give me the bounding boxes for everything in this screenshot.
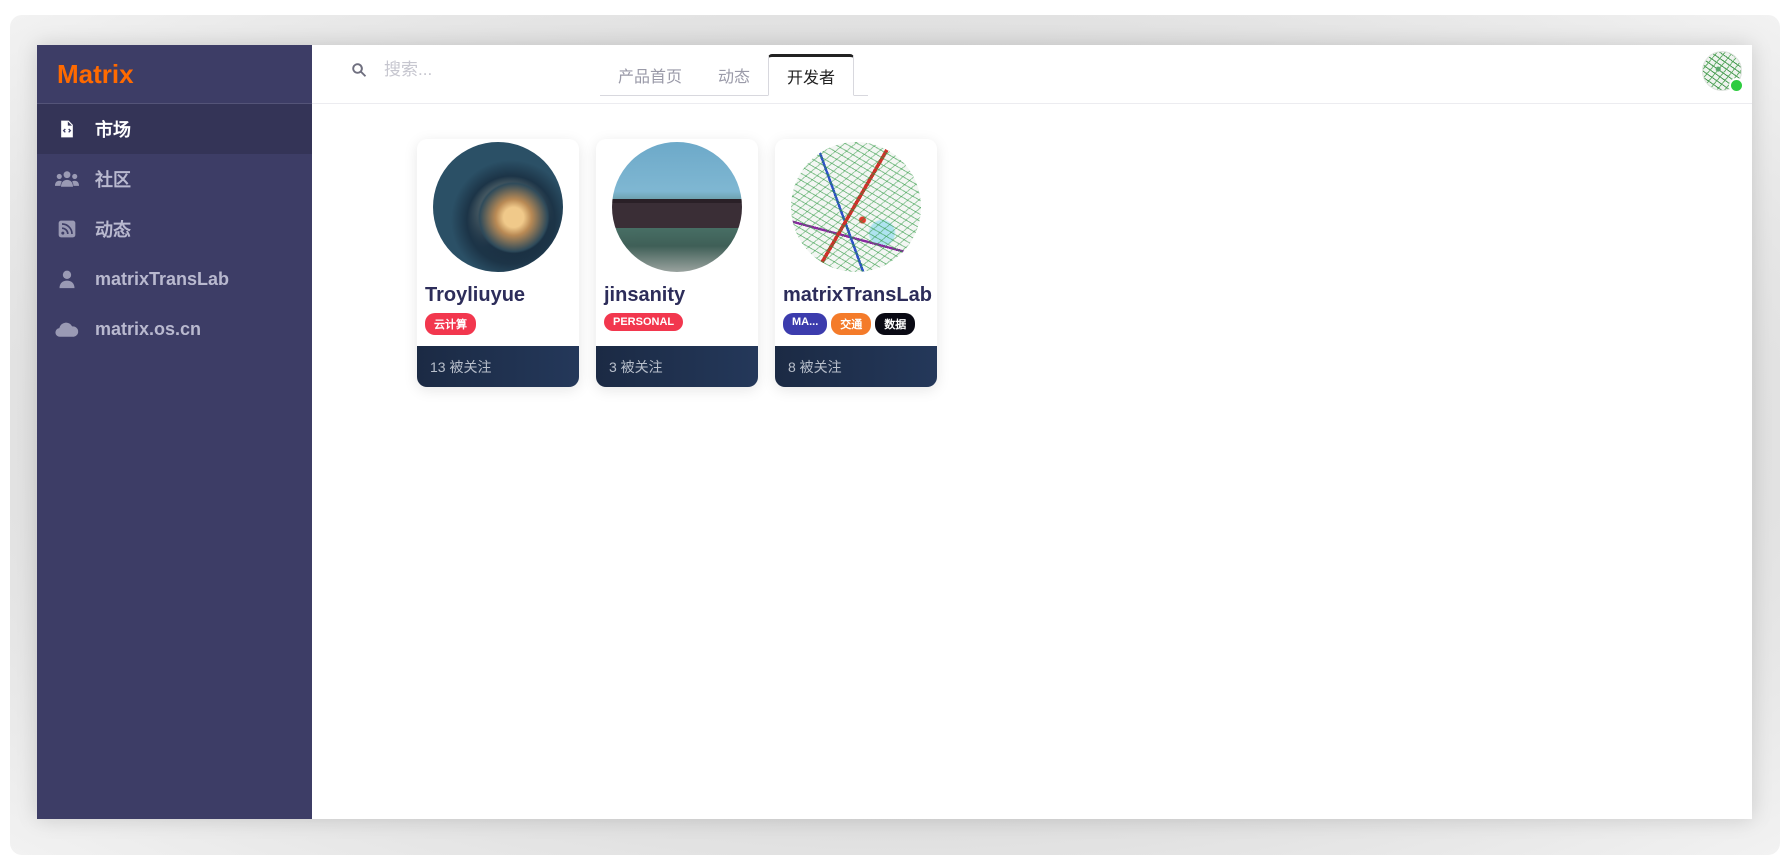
app-window: Matrix 市场 社区 动态 matrixTransLab matrix.os… [37, 45, 1752, 819]
tag-badge[interactable]: PERSONAL [604, 313, 684, 331]
sidebar-item-community[interactable]: 社区 [37, 154, 312, 204]
followers-count: 3 被关注 [596, 346, 758, 387]
sidebar-item-label: 社区 [95, 170, 131, 190]
sidebar-item-translab[interactable]: matrixTransLab [37, 254, 312, 304]
sidebar-item-feed[interactable]: 动态 [37, 204, 312, 254]
developer-avatar-image [612, 142, 742, 272]
top-bar: 产品首页 动态 开发者 [312, 45, 1752, 104]
developer-name[interactable]: jinsanity [604, 284, 758, 307]
developer-tags: 云计算 [425, 313, 579, 335]
search-icon [352, 63, 367, 77]
tab-product-home[interactable]: 产品首页 [600, 55, 700, 95]
main-content: 产品首页 动态 开发者 Troyliuyue 云计算 13 被关注 ji [312, 45, 1752, 819]
followers-count: 8 被关注 [775, 346, 937, 387]
tag-badge[interactable]: MA... [783, 313, 828, 335]
tag-badge[interactable]: 云计算 [425, 313, 476, 335]
search-input[interactable] [382, 59, 566, 81]
developer-tags: PERSONAL [604, 313, 758, 331]
rss-icon [53, 217, 81, 241]
tag-badge[interactable]: 交通 [831, 313, 872, 335]
online-status-dot [1729, 78, 1744, 93]
developer-card-list: Troyliuyue 云计算 13 被关注 jinsanity PERSONAL… [417, 139, 937, 387]
developer-card[interactable]: matrixTransLab MA... 交通 数据 8 被关注 [775, 139, 937, 387]
users-icon [53, 167, 81, 191]
sidebar-item-market[interactable]: 市场 [37, 104, 312, 154]
sidebar-item-label: 动态 [95, 220, 131, 240]
search-box [350, 59, 566, 81]
tab-feed[interactable]: 动态 [700, 55, 768, 95]
developer-avatar-image [433, 142, 563, 272]
sidebar-item-label: 市场 [95, 120, 131, 140]
sidebar: Matrix 市场 社区 动态 matrixTransLab matrix.os… [37, 45, 312, 819]
user-icon [53, 267, 81, 291]
sidebar-item-label: matrixTransLab [95, 268, 230, 289]
developer-name[interactable]: Troyliuyue [425, 284, 579, 307]
brand-logo[interactable]: Matrix [37, 45, 312, 104]
tab-bar: 产品首页 动态 开发者 [600, 49, 869, 96]
sidebar-item-label: matrix.os.cn [95, 318, 202, 339]
developer-card[interactable]: jinsanity PERSONAL 3 被关注 [596, 139, 758, 387]
developer-avatar-image [791, 142, 921, 272]
sidebar-item-os[interactable]: matrix.os.cn [37, 304, 312, 354]
developer-tags: MA... 交通 数据 [783, 313, 937, 335]
tag-badge[interactable]: 数据 [875, 313, 916, 335]
tab-developers[interactable]: 开发者 [768, 54, 855, 96]
developer-card[interactable]: Troyliuyue 云计算 13 被关注 [417, 139, 579, 387]
developer-name[interactable]: matrixTransLab [783, 284, 937, 307]
cloud-icon [53, 317, 81, 341]
code-file-icon [53, 117, 81, 141]
followers-count: 13 被关注 [417, 346, 579, 387]
